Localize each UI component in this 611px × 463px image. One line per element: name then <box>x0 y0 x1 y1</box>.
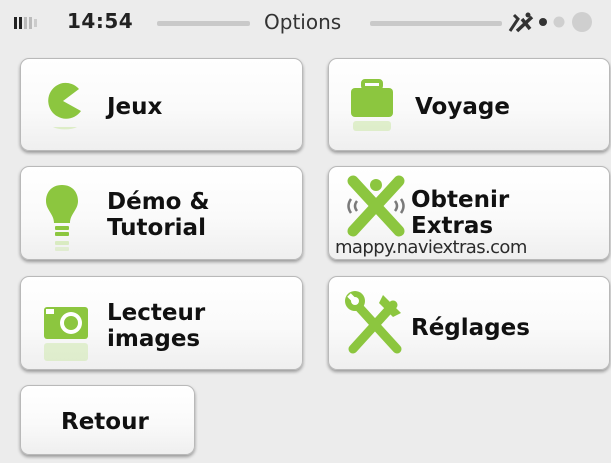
games-button[interactable]: Jeux <box>20 58 303 151</box>
tools-icon <box>345 291 402 354</box>
get-extras-button[interactable]: Obtenir Extras mappy.naviextras.com <box>328 166 610 260</box>
camera-icon <box>44 307 88 361</box>
gps-satellite-icon <box>508 12 534 33</box>
travel-button[interactable]: Voyage <box>328 58 610 151</box>
demo-tutorial-button[interactable]: Démo & Tutorial <box>20 166 303 260</box>
battery-status-icon <box>539 12 592 32</box>
travel-label: Voyage <box>415 94 510 120</box>
settings-label: Réglages <box>411 315 530 341</box>
back-button[interactable]: Retour <box>20 385 195 455</box>
clock-time: 14:54 <box>67 9 134 33</box>
lightbulb-icon <box>46 185 78 251</box>
suitcase-icon <box>351 79 393 131</box>
screen-title: Options <box>264 10 342 34</box>
settings-button[interactable]: Réglages <box>328 276 610 370</box>
back-label: Retour <box>61 409 149 435</box>
games-label: Jeux <box>107 94 163 120</box>
get-extras-label: Obtenir Extras <box>411 187 510 239</box>
image-viewer-button[interactable]: Lecteur images <box>20 276 303 370</box>
pacman-icon <box>48 82 81 130</box>
title-divider-left <box>157 21 250 26</box>
image-viewer-label: Lecteur images <box>107 300 206 352</box>
status-bar: 14:54 Options <box>0 0 611 40</box>
signal-strength-icon <box>14 17 37 29</box>
extras-url-text: mappy.naviextras.com <box>335 237 527 258</box>
title-divider-right <box>370 21 502 26</box>
demo-tutorial-label: Démo & Tutorial <box>107 189 210 241</box>
naviextras-logo-icon <box>347 175 405 237</box>
